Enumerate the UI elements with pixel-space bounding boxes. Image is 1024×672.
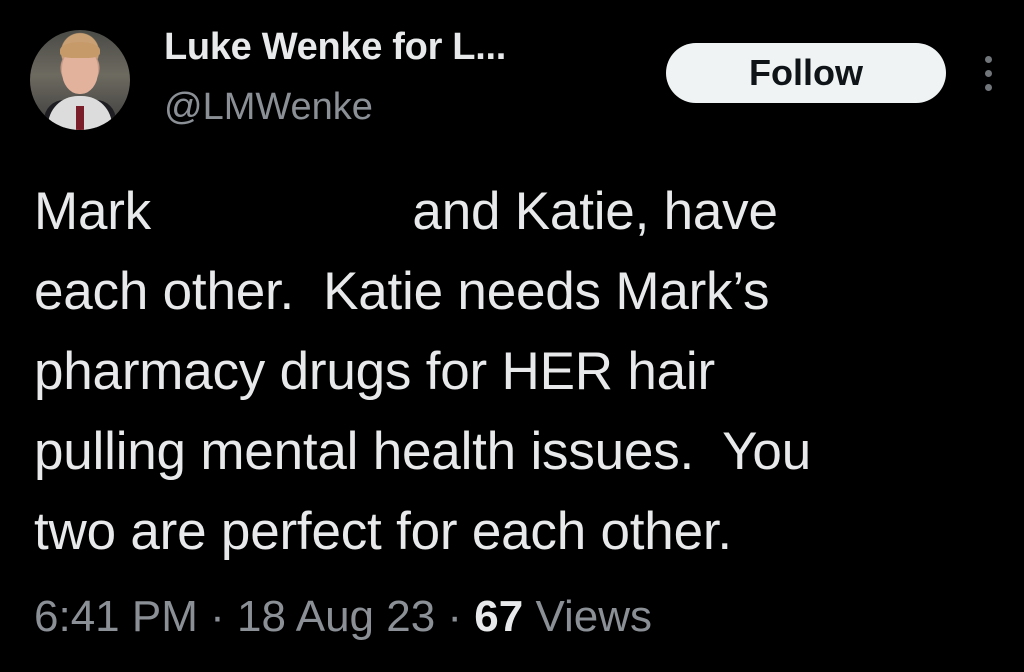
tweet-card: Luke Wenke for L... @LMWenke Follow Mark… <box>0 0 1024 672</box>
more-dot-1 <box>985 56 992 63</box>
tweet-date[interactable]: 18 Aug 23 <box>237 592 435 641</box>
tweet-line: two are perfect for each other. <box>34 502 732 561</box>
follow-button[interactable]: Follow <box>666 43 946 103</box>
meta-separator: · <box>435 592 475 641</box>
views-label[interactable]: Views <box>523 592 652 641</box>
more-vertical-icon[interactable] <box>976 52 1000 96</box>
avatar-tie <box>76 106 84 130</box>
author-display-name[interactable]: Luke Wenke for L... <box>164 26 506 69</box>
tweet-line: pharmacy drugs for HER hair <box>34 342 715 401</box>
views-count[interactable]: 67 <box>474 592 523 641</box>
author-handle[interactable]: @LMWenke <box>164 86 373 129</box>
tweet-line: each other. Katie needs Mark’s <box>34 262 770 321</box>
more-dot-3 <box>985 84 992 91</box>
meta-separator: · <box>197 592 237 641</box>
more-dot-2 <box>985 70 992 77</box>
tweet-meta: 6:41 PM · 18 Aug 23 · 67 Views <box>34 592 652 642</box>
avatar-hair <box>60 42 100 58</box>
tweet-time[interactable]: 6:41 PM <box>34 592 198 641</box>
tweet-text: Mark and Katie, have each other. Katie n… <box>34 172 1009 572</box>
avatar[interactable] <box>30 30 130 130</box>
tweet-line: pulling mental health issues. You <box>34 422 811 481</box>
tweet-line: Mark and Katie, have <box>34 182 778 241</box>
